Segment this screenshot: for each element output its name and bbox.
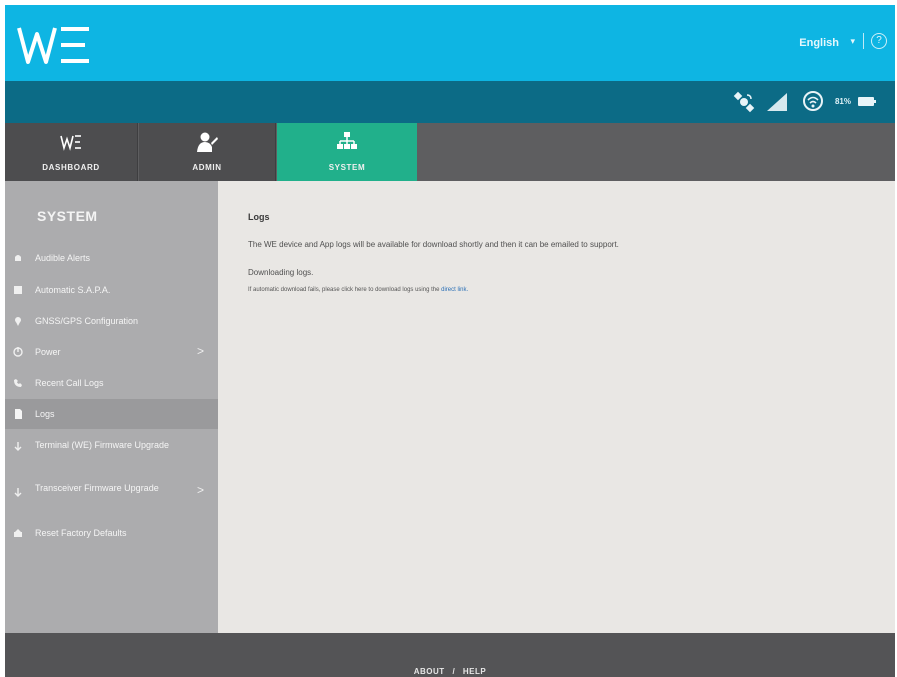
wifi-icon (803, 91, 823, 111)
sidebar-item-reset-factory[interactable]: Reset Factory Defaults (5, 522, 218, 544)
sidebar-item-terminal-firmware[interactable]: Terminal (WE) Firmware Upgrade (5, 435, 218, 469)
download-icon (14, 442, 22, 451)
admin-user-icon (197, 132, 218, 152)
gps-icon (15, 317, 21, 326)
file-icon (15, 409, 22, 419)
download-fallback-note: If automatic download fails, please clic… (248, 287, 468, 293)
sidebar-title: SYSTEM (37, 208, 98, 224)
tab-admin[interactable]: ADMIN (139, 123, 276, 181)
top-header: English ▾ ? (5, 5, 895, 81)
power-icon (13, 347, 23, 357)
footer: ABOUT / HELP (5, 633, 895, 677)
download-status: Downloading logs. (248, 268, 314, 277)
app-frame: English ▾ ? 81% DASHBOARD ADMIN SYSTEM S… (5, 5, 895, 677)
tab-label: ADMIN (192, 163, 222, 172)
sidebar-item-label: Audible Alerts (35, 253, 91, 263)
tab-label: DASHBOARD (42, 163, 100, 172)
sidebar-item-automatic-sapa[interactable]: Automatic S.A.P.A. (5, 279, 218, 301)
sidebar-item-recent-call-logs[interactable]: Recent Call Logs (5, 372, 218, 394)
sidebar-item-label: Recent Call Logs (35, 378, 104, 388)
language-selector[interactable]: English (799, 37, 839, 49)
help-link[interactable]: HELP (463, 667, 486, 676)
battery-icon (858, 97, 876, 106)
sidebar-item-label: Logs (35, 409, 55, 419)
chevron-down-icon[interactable]: ▾ (850, 36, 855, 47)
battery-percent: 81% (834, 97, 851, 106)
signal-icon (767, 93, 787, 111)
sidebar-item-gnss-gps[interactable]: GNSS/GPS Configuration (5, 310, 218, 332)
sidebar-item-label: Automatic S.A.P.A. (35, 285, 111, 295)
download-icon (14, 488, 22, 497)
tab-system[interactable]: SYSTEM (277, 123, 417, 181)
help-icon[interactable]: ? (871, 33, 887, 49)
sidebar-item-label: Terminal (WE) Firmware Upgrade (35, 440, 170, 450)
chevron-right-icon: > (197, 483, 205, 497)
status-bar: 81% (5, 81, 895, 123)
note-text: If automatic download fails, please clic… (248, 287, 440, 293)
we-logo[interactable] (15, 20, 95, 70)
sidebar-item-power[interactable]: Power > (5, 341, 218, 363)
page-title: Logs (248, 212, 270, 222)
logs-description: The WE device and App logs will be avail… (248, 240, 619, 249)
we-logo-icon (60, 135, 81, 151)
sidebar: SYSTEM Audible Alerts Automatic S.A.P.A.… (5, 181, 218, 633)
phone-icon (14, 379, 22, 387)
sapa-icon (14, 286, 22, 294)
sidebar-item-transceiver-firmware[interactable]: Transceiver Firmware Upgrade > (5, 478, 218, 512)
divider (863, 33, 864, 49)
sidebar-item-label: GNSS/GPS Configuration (35, 316, 139, 326)
footer-separator: / (452, 667, 456, 676)
bell-icon (15, 255, 21, 261)
sidebar-item-audible-alerts[interactable]: Audible Alerts (5, 247, 218, 269)
main-tabs: DASHBOARD ADMIN SYSTEM (5, 123, 895, 181)
direct-link[interactable]: direct link. (441, 287, 468, 293)
tab-label: SYSTEM (328, 163, 366, 172)
tab-dashboard[interactable]: DASHBOARD (5, 123, 138, 181)
network-icon (337, 132, 357, 149)
sidebar-item-logs[interactable]: Logs (5, 399, 218, 429)
reset-icon (14, 529, 22, 537)
chevron-right-icon: > (197, 344, 205, 358)
main-content: Logs The WE device and App logs will be … (218, 181, 895, 633)
footer-links: ABOUT / HELP (5, 667, 895, 676)
sidebar-item-label: Reset Factory Defaults (35, 528, 127, 538)
sidebar-item-label: Transceiver Firmware Upgrade (35, 483, 159, 493)
about-link[interactable]: ABOUT (414, 667, 445, 676)
sidebar-item-label: Power (35, 347, 61, 357)
satellite-icon (733, 91, 755, 113)
